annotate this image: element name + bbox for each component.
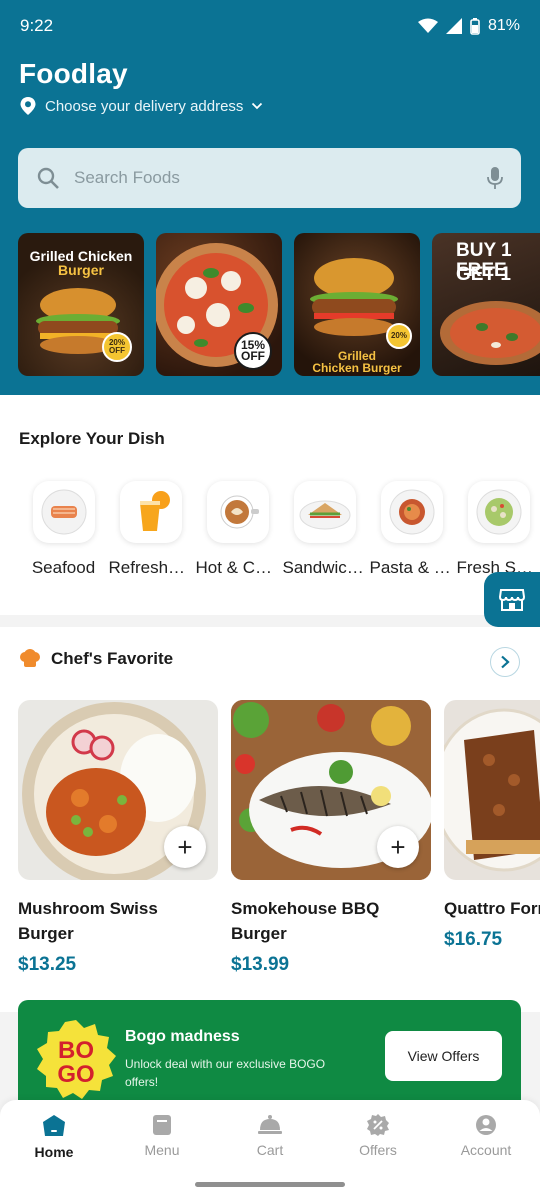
dish-thumb (119, 481, 182, 543)
salmon-plate-icon (41, 489, 86, 535)
product-card[interactable]: + Smokehouse BBQ Burger $13.99 (231, 700, 431, 976)
product-name: Smokehouse BBQ Burger (231, 899, 380, 943)
promo-banner[interactable]: 20% Grilled Chicken Burger (294, 233, 420, 376)
bogo-logo-top: BO (58, 1037, 94, 1064)
product-card[interactable]: + Mushroom Swiss Burger $13.25 (18, 700, 218, 976)
bogo-logo: BO GO (37, 1020, 116, 1099)
explore-section: Explore Your Dish Seafood Refreshments H… (0, 395, 540, 615)
dish-category-list: Seafood Refreshments Hot & Coffee Sandwi… (20, 481, 540, 578)
status-time: 9:22 (20, 16, 54, 35)
nav-label: Cart (256, 1142, 284, 1158)
store-icon (499, 588, 525, 611)
dish-category[interactable]: Fresh Salads (455, 481, 540, 578)
dish-thumb (32, 481, 95, 543)
nav-label: Offers (359, 1142, 397, 1158)
search-bar[interactable]: Search Foods (18, 148, 521, 208)
menu-icon (153, 1115, 171, 1135)
dish-label: Hot & Coffee (195, 558, 280, 577)
battery-icon (470, 17, 480, 35)
chevron-down-icon (252, 102, 263, 110)
account-icon (476, 1115, 496, 1135)
section-header: Chef's Favorite (19, 649, 173, 669)
product-list: + Mushroom Swiss Burger $13.25 + Smokeho… (18, 700, 540, 976)
product-image: + (231, 700, 431, 880)
store-button[interactable] (484, 572, 540, 627)
dish-category[interactable]: Refreshments (107, 481, 194, 578)
wifi-icon (417, 18, 438, 33)
orange-juice-icon (139, 491, 170, 531)
home-indicator (195, 1182, 345, 1187)
dish-label: Refreshments (108, 558, 193, 577)
bogo-description: Unlock deal with our exclusive BOGO offe… (125, 1057, 326, 1089)
product-price: $13.99 (231, 954, 290, 975)
app-screen: 9:22 81% Foodlay Choose your delivery ad… (0, 0, 540, 1200)
promo-banner[interactable]: Grilled Chicken Burger 20% OFF (18, 233, 144, 376)
discount-badge: 20% (386, 323, 412, 349)
product-card[interactable]: Quattro Formaggi $16.75 (444, 700, 540, 976)
product-image (444, 700, 540, 880)
dish-label: Sandwiches (282, 558, 367, 577)
product-name: Mushroom Swiss Burger (18, 899, 158, 943)
sandwich-plate-icon (299, 500, 350, 530)
search-icon (37, 167, 59, 189)
promo-banner[interactable]: BUY 1 FREE GET 1 (432, 233, 540, 376)
home-icon (43, 1115, 65, 1136)
cart-icon (258, 1115, 282, 1134)
see-all-button[interactable] (490, 647, 520, 677)
discount-badge: 20% OFF (102, 332, 132, 362)
add-to-cart-button[interactable]: + (377, 826, 419, 868)
nav-label: Home (34, 1144, 74, 1160)
product-price: $16.75 (444, 929, 503, 950)
chefs-favorite-section: Chef's Favorite + Mushroom Swiss Burger … (0, 627, 540, 1012)
promo-banner-carousel: Grilled Chicken Burger 20% OFF 15% OFF 2… (18, 233, 540, 376)
battery-level: 81% (487, 17, 520, 34)
microphone-icon[interactable] (487, 166, 503, 190)
bogo-promo-card[interactable]: BO GO Bogo madness Unlock deal with our … (18, 1000, 521, 1110)
address-label: Choose your delivery address (45, 97, 244, 115)
status-icons: 81% (417, 17, 520, 35)
nav-label: Menu (144, 1142, 180, 1158)
chevron-right-icon (501, 655, 510, 669)
pie-image (444, 708, 540, 872)
offers-icon (367, 1114, 389, 1136)
dish-label: Seafood (31, 558, 96, 577)
nav-item-home[interactable]: Home (0, 1100, 108, 1200)
product-image: + (18, 700, 218, 880)
delivery-address-selector[interactable]: Choose your delivery address (19, 96, 263, 116)
section-title: Chef's Favorite (51, 649, 174, 668)
promo-banner[interactable]: 15% OFF (156, 233, 282, 376)
dish-label: Pasta & Noodles (369, 558, 454, 577)
location-pin-icon (20, 97, 36, 115)
status-bar: 9:22 81% (0, 0, 540, 52)
header: 9:22 81% Foodlay Choose your delivery ad… (0, 0, 540, 395)
discount-badge: 15% OFF (234, 332, 272, 370)
chef-hat-icon (20, 649, 40, 667)
product-price: $13.25 (18, 954, 77, 975)
dish-thumb (467, 481, 530, 543)
dish-thumb (206, 481, 269, 543)
section-title: Explore Your Dish (19, 429, 165, 448)
banner-subtitle: Chicken Burger (312, 361, 402, 375)
product-name: Quattro Formaggi (444, 899, 540, 918)
pasta-plate-icon (389, 489, 434, 535)
dish-thumb (380, 481, 443, 543)
add-to-cart-button[interactable]: + (164, 826, 206, 868)
dish-category[interactable]: Seafood (20, 481, 107, 578)
app-title: Foodlay (19, 58, 128, 89)
signal-icon (445, 18, 462, 34)
nav-item-account[interactable]: Account (432, 1100, 540, 1200)
bogo-logo-bottom: GO (57, 1061, 94, 1088)
dish-thumb (293, 481, 356, 543)
view-offers-button[interactable]: View Offers (385, 1031, 502, 1081)
dish-category[interactable]: Hot & Coffee (194, 481, 281, 578)
pizza-image (440, 301, 540, 365)
dish-category[interactable]: Sandwiches (281, 481, 368, 578)
search-input[interactable]: Search Foods (74, 168, 487, 188)
salad-plate-icon (476, 489, 521, 535)
dish-category[interactable]: Pasta & Noodles (368, 481, 455, 578)
nav-label: Account (460, 1142, 512, 1158)
bogo-title: Bogo madness (125, 1028, 240, 1045)
coffee-cup-icon (220, 495, 259, 529)
